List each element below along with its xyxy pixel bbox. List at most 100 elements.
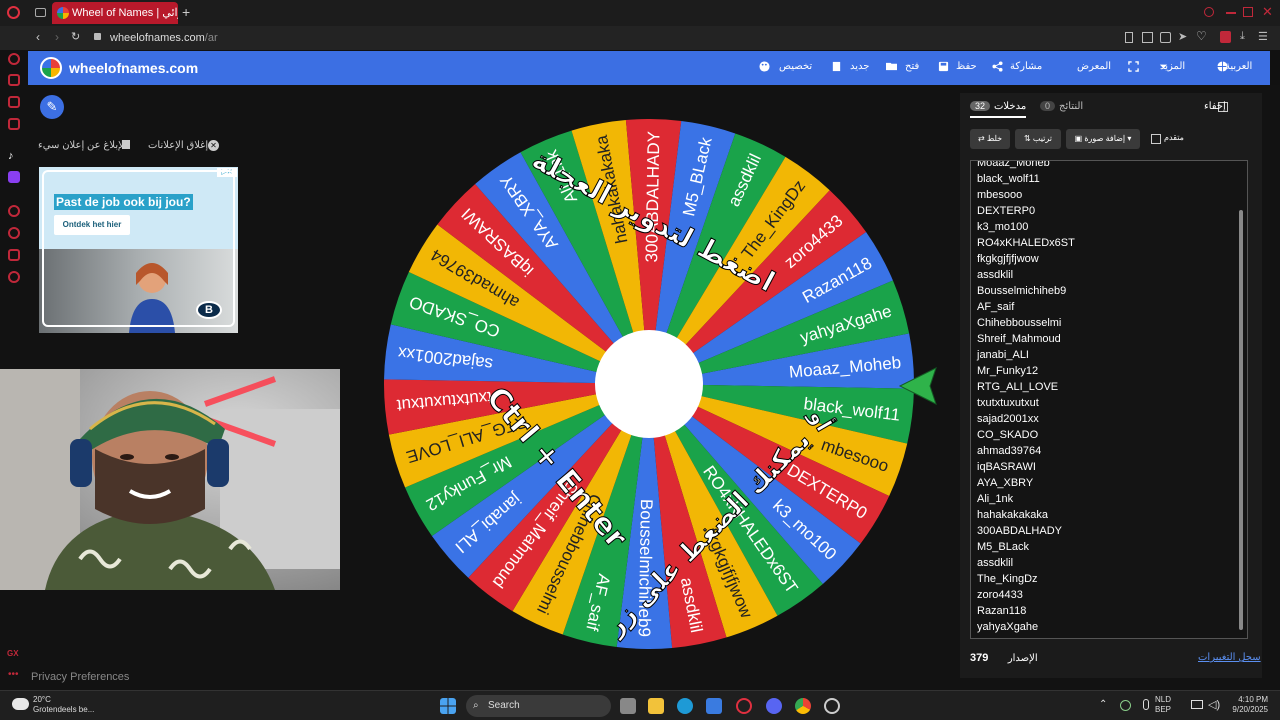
- tray-app-icon[interactable]: [1120, 700, 1131, 711]
- site-logo-icon[interactable]: [40, 57, 62, 79]
- gx-icon[interactable]: GX: [7, 649, 19, 658]
- easy-setup-icon[interactable]: ☰: [1258, 30, 1268, 43]
- entry-item[interactable]: M5_BLack: [977, 539, 1075, 555]
- entry-item[interactable]: The_KingDz: [977, 571, 1075, 587]
- nav-language[interactable]: العربية: [1225, 61, 1252, 72]
- file-explorer-icon[interactable]: [648, 698, 664, 714]
- system-clock[interactable]: 4:10 PM 9/20/2025: [1228, 695, 1268, 715]
- changelog-link[interactable]: سجل التغييرات: [1198, 652, 1261, 663]
- taskbar-search[interactable]: ⌕ Search: [466, 695, 611, 717]
- tab-results[interactable]: 0 النتائج: [1040, 101, 1083, 112]
- entry-item[interactable]: 300ABDALHADY: [977, 523, 1075, 539]
- nav-save[interactable]: حفظ: [956, 61, 977, 72]
- tray-chevron-icon[interactable]: ⌃: [1099, 699, 1107, 710]
- entry-item[interactable]: DEXTERP0: [977, 203, 1075, 219]
- forward-icon[interactable]: ›: [55, 30, 59, 44]
- wheel-of-names[interactable]: Moaaz_Moheb black_wolf11 mbesooo DEXTERP0 k3…: [384, 119, 915, 649]
- fullscreen-icon[interactable]: [1128, 61, 1139, 72]
- entry-item[interactable]: yahyaXgahe: [977, 619, 1075, 635]
- more-sidebar-icon[interactable]: •••: [8, 669, 19, 680]
- nav-new[interactable]: جديد: [850, 61, 869, 72]
- sort-button[interactable]: ⇅ ترتيب: [1015, 129, 1061, 149]
- entry-item[interactable]: AF_saif: [977, 299, 1075, 315]
- opera-menu-icon[interactable]: [7, 6, 20, 19]
- entry-item[interactable]: txutxtuxutxut: [977, 395, 1075, 411]
- snapshot-icon[interactable]: [1142, 32, 1153, 43]
- entry-item[interactable]: Chihebbousselmi: [977, 315, 1075, 331]
- heart-icon[interactable]: ♡: [1196, 29, 1207, 43]
- edit-pencil-icon[interactable]: ✎: [40, 95, 64, 119]
- advertisement-banner[interactable]: ▷✕ Past de job ook bij jou? Ontdek het h…: [39, 167, 238, 333]
- entry-item[interactable]: fkgkgjfjfjwow: [977, 251, 1075, 267]
- weather-widget[interactable]: 20°C Grotendeels be...: [33, 695, 94, 715]
- close-window-icon[interactable]: ✕: [1262, 4, 1273, 20]
- entry-item[interactable]: assdklil: [977, 267, 1075, 283]
- tab-entries[interactable]: 32 مدخلات: [970, 101, 1027, 118]
- entry-item[interactable]: ahmad39764: [977, 443, 1075, 459]
- settings-icon[interactable]: [8, 271, 20, 283]
- edge-icon[interactable]: [677, 698, 693, 714]
- report-ad-link[interactable]: الإبلاغ عن إعلان سيء: [38, 140, 127, 151]
- entry-item[interactable]: iqBASRAWI: [977, 459, 1075, 475]
- entry-item[interactable]: k3_mo100: [977, 219, 1075, 235]
- entry-item[interactable]: RTG_ALI_LOVE: [977, 379, 1075, 395]
- twitch-icon[interactable]: [8, 171, 20, 183]
- close-circle-icon[interactable]: ✕: [208, 140, 219, 151]
- store-icon[interactable]: [706, 698, 722, 714]
- nav-share[interactable]: مشاركة: [1010, 61, 1042, 72]
- opera-gx-icon[interactable]: [736, 698, 752, 714]
- entry-item[interactable]: Moaaz_Moheb: [977, 161, 1075, 171]
- entry-item[interactable]: zoro4433: [977, 587, 1075, 603]
- entry-item[interactable]: Bousselmichiheb9: [977, 283, 1075, 299]
- obs-icon[interactable]: [824, 698, 840, 714]
- bookmark-icon[interactable]: [1125, 32, 1133, 43]
- entry-item[interactable]: janabi_ALI: [977, 347, 1075, 363]
- history-icon[interactable]: [8, 227, 20, 239]
- wheel-svg[interactable]: Moaaz_Mohebblack_wolf11mbesoooDEXTERP0k3…: [384, 119, 915, 649]
- entry-item[interactable]: black_wolf11: [977, 171, 1075, 187]
- minimize-icon[interactable]: [1226, 12, 1236, 14]
- player-icon[interactable]: [8, 205, 20, 217]
- tiktok-icon[interactable]: ♪: [8, 150, 14, 162]
- entry-item[interactable]: Razan118: [977, 603, 1075, 619]
- back-icon[interactable]: ‹: [36, 30, 40, 44]
- browser-tab[interactable]: Wheel of Names | عشوائي: [52, 2, 178, 24]
- network-icon[interactable]: [1191, 700, 1203, 709]
- entry-item[interactable]: hahakakakaka: [977, 507, 1075, 523]
- microphone-icon[interactable]: [1143, 699, 1149, 710]
- instagram-icon[interactable]: [8, 96, 20, 108]
- advanced-checkbox[interactable]: [1151, 134, 1161, 144]
- messenger-icon[interactable]: [8, 74, 20, 86]
- entry-item[interactable]: assdklil: [977, 555, 1075, 571]
- entry-item[interactable]: mbesooo: [977, 187, 1075, 203]
- new-tab-button[interactable]: +: [182, 4, 190, 20]
- shuffle-button[interactable]: ⇄ خلط: [970, 129, 1010, 149]
- chrome-icon[interactable]: [795, 698, 811, 714]
- tab-manager-icon[interactable]: [35, 8, 46, 17]
- download-icon[interactable]: ⤓: [1240, 30, 1245, 43]
- reload-icon[interactable]: ↻: [71, 30, 80, 43]
- entry-item[interactable]: RO4xKHALEDx6ST: [977, 235, 1075, 251]
- scrollbar-thumb[interactable]: [1239, 210, 1243, 630]
- vk-icon[interactable]: [8, 118, 20, 130]
- windows-start-icon[interactable]: [440, 698, 456, 714]
- wheel-center-hub[interactable]: [595, 330, 703, 438]
- entries-textarea[interactable]: Moaaz_Moheb black_wolf11 mbesooo DEXTERP0 k3…: [970, 160, 1248, 639]
- maximize-icon[interactable]: [1243, 7, 1253, 17]
- search-tabs-icon[interactable]: [1204, 7, 1214, 17]
- send-icon[interactable]: ➤: [1178, 30, 1187, 43]
- entry-item[interactable]: Ali_1nk: [977, 491, 1075, 507]
- entry-item[interactable]: AYA_XBRY: [977, 475, 1075, 491]
- entry-item[interactable]: CO_SKADO: [977, 427, 1075, 443]
- entry-item[interactable]: sajad2001xx: [977, 411, 1075, 427]
- nav-gallery[interactable]: المعرض: [1077, 61, 1111, 72]
- close-ads-link[interactable]: إغلاق الإعلانات: [148, 140, 208, 151]
- shield-icon[interactable]: [1160, 32, 1171, 43]
- cube-icon[interactable]: [8, 249, 20, 261]
- nav-more[interactable]: المزيد: [1160, 61, 1185, 72]
- task-view-icon[interactable]: [620, 698, 636, 714]
- privacy-preferences-link[interactable]: Privacy Preferences: [31, 671, 129, 683]
- aria-icon[interactable]: [8, 53, 20, 65]
- volume-icon[interactable]: ◁): [1208, 698, 1220, 711]
- input-language[interactable]: NLD BEP: [1155, 695, 1171, 715]
